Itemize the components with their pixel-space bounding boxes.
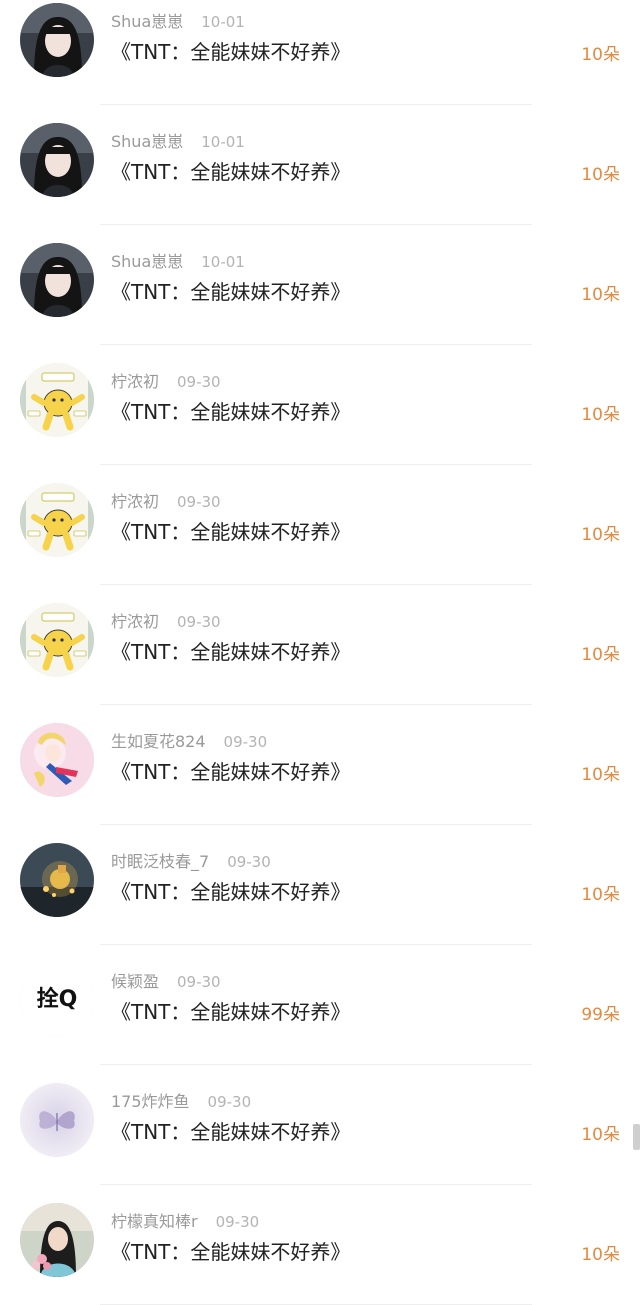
avatar[interactable]	[20, 3, 94, 77]
post-date: 09-30	[177, 613, 221, 631]
user-name-line: 柠檬真知棒r 09-30	[111, 1208, 259, 1232]
post-date: 09-30	[227, 853, 271, 871]
user-name[interactable]: 时眠泛枝春_7	[111, 852, 209, 871]
gift-count: 10朵	[581, 645, 620, 665]
avatar[interactable]	[20, 603, 94, 677]
user-name[interactable]: Shua崽崽	[111, 12, 183, 31]
book-title[interactable]: 《TNT：全能妹妹不好养》	[111, 36, 350, 65]
list-item[interactable]: 时眠泛枝春_7 09-30 《TNT：全能妹妹不好养》 10朵	[0, 825, 640, 945]
gift-count: 10朵	[581, 1125, 620, 1145]
user-name[interactable]: Shua崽崽	[111, 132, 183, 151]
user-name-line: 候颖盈 09-30	[111, 968, 221, 992]
avatar[interactable]	[20, 363, 94, 437]
user-name-line: 生如夏花824 09-30	[111, 728, 267, 752]
book-title[interactable]: 《TNT：全能妹妹不好养》	[111, 276, 350, 305]
post-date: 09-30	[177, 973, 221, 991]
gift-count: 10朵	[581, 1245, 620, 1265]
user-name[interactable]: 柠浓初	[111, 372, 159, 391]
book-title[interactable]: 《TNT：全能妹妹不好养》	[111, 996, 350, 1025]
post-date: 09-30	[223, 733, 268, 751]
book-title[interactable]: 《TNT：全能妹妹不好养》	[111, 876, 350, 905]
gift-count: 10朵	[581, 765, 620, 785]
post-date: 09-30	[207, 1093, 252, 1111]
avatar[interactable]	[20, 123, 94, 197]
book-title[interactable]: 《TNT：全能妹妹不好养》	[111, 396, 350, 425]
list-item[interactable]: Shua崽崽 10-01 《TNT：全能妹妹不好养》 10朵	[0, 105, 640, 225]
scrollbar[interactable]	[633, 1124, 640, 1150]
user-name[interactable]: 柠檬真知棒r	[111, 1212, 198, 1231]
gift-count: 99朵	[581, 1005, 620, 1025]
book-title[interactable]: 《TNT：全能妹妹不好养》	[111, 756, 350, 785]
user-name-line: 175炸炸鱼 09-30	[111, 1088, 251, 1112]
gift-count: 10朵	[581, 45, 620, 65]
avatar[interactable]: 拴Q	[20, 963, 94, 1037]
user-name[interactable]: Shua崽崽	[111, 252, 183, 271]
avatar[interactable]	[20, 243, 94, 317]
post-date: 10-01	[201, 253, 245, 271]
user-name-line: Shua崽崽 10-01	[111, 8, 245, 32]
list-item[interactable]: 拴Q 候颖盈 09-30 《TNT：全能妹妹不好养》 99朵	[0, 945, 640, 1065]
user-name[interactable]: 175炸炸鱼	[111, 1092, 190, 1111]
gift-count: 10朵	[581, 885, 620, 905]
avatar[interactable]	[20, 483, 94, 557]
book-title[interactable]: 《TNT：全能妹妹不好养》	[111, 516, 350, 545]
gift-record-list: Shua崽崽 10-01 《TNT：全能妹妹不好养》 10朵 Shua崽崽 10-01 《…	[0, 0, 640, 1305]
book-title[interactable]: 《TNT：全能妹妹不好养》	[111, 1116, 350, 1145]
user-name-line: 柠浓初 09-30	[111, 608, 221, 632]
user-name-line: 时眠泛枝春_7 09-30	[111, 848, 271, 872]
gift-count: 10朵	[581, 405, 620, 425]
post-date: 09-30	[215, 1213, 260, 1231]
user-name-line: 柠浓初 09-30	[111, 368, 221, 392]
list-item[interactable]: 柠檬真知棒r 09-30 《TNT：全能妹妹不好养》 10朵	[0, 1185, 640, 1305]
post-date: 10-01	[201, 13, 245, 31]
list-item[interactable]: Shua崽崽 10-01 《TNT：全能妹妹不好养》 10朵	[0, 0, 640, 105]
user-name[interactable]: 候颖盈	[111, 972, 159, 991]
list-item[interactable]: 175炸炸鱼 09-30 《TNT：全能妹妹不好养》 10朵	[0, 1065, 640, 1185]
gift-count: 10朵	[581, 285, 620, 305]
list-item[interactable]: 生如夏花824 09-30 《TNT：全能妹妹不好养》 10朵	[0, 705, 640, 825]
list-item[interactable]: 柠浓初 09-30 《TNT：全能妹妹不好养》 10朵	[0, 585, 640, 705]
gift-count: 10朵	[581, 525, 620, 545]
avatar[interactable]	[20, 843, 94, 917]
user-name[interactable]: 柠浓初	[111, 612, 159, 631]
avatar[interactable]	[20, 723, 94, 797]
list-item[interactable]: 柠浓初 09-30 《TNT：全能妹妹不好养》 10朵	[0, 465, 640, 585]
post-date: 09-30	[177, 493, 221, 511]
post-date: 10-01	[201, 133, 245, 151]
book-title[interactable]: 《TNT：全能妹妹不好养》	[111, 1236, 350, 1265]
user-name-line: Shua崽崽 10-01	[111, 128, 245, 152]
book-title[interactable]: 《TNT：全能妹妹不好养》	[111, 636, 350, 665]
user-name-line: Shua崽崽 10-01	[111, 248, 245, 272]
avatar-text: 拴Q	[36, 987, 78, 1012]
user-name[interactable]: 生如夏花824	[111, 732, 206, 751]
post-date: 09-30	[177, 373, 221, 391]
avatar[interactable]	[20, 1203, 94, 1277]
list-item[interactable]: 柠浓初 09-30 《TNT：全能妹妹不好养》 10朵	[0, 345, 640, 465]
user-name-line: 柠浓初 09-30	[111, 488, 221, 512]
list-item[interactable]: Shua崽崽 10-01 《TNT：全能妹妹不好养》 10朵	[0, 225, 640, 345]
gift-count: 10朵	[581, 165, 620, 185]
user-name[interactable]: 柠浓初	[111, 492, 159, 511]
book-title[interactable]: 《TNT：全能妹妹不好养》	[111, 156, 350, 185]
avatar[interactable]	[20, 1083, 94, 1157]
